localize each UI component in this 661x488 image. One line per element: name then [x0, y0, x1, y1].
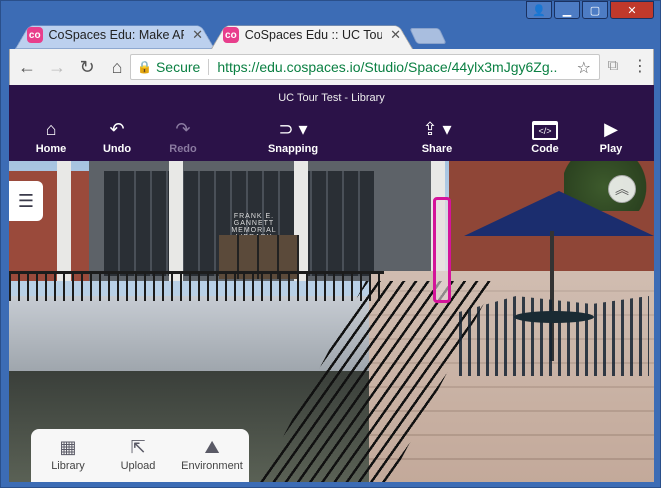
omnibox-divider [208, 59, 210, 75]
address-bar[interactable]: 🔒 Secure https://edu.cospaces.io/Studio/… [130, 54, 600, 80]
bookmark-star-icon[interactable]: ☆ [577, 58, 591, 78]
collapse-header-button[interactable]: ︽ [608, 175, 636, 203]
magnet-icon: ⊃ ▾ [278, 119, 308, 139]
new-tab-button[interactable] [409, 28, 447, 44]
upload-label: Upload [120, 460, 156, 472]
pillar [169, 161, 183, 281]
scene-viewport[interactable]: FRANK E. GANNETT MEMORIAL LIBRARY ☰ ︽ [9, 161, 654, 482]
library-button[interactable]: ▦ Library [33, 435, 103, 472]
lock-icon: 🔒 [137, 60, 152, 74]
play-button[interactable]: ▶ Play [581, 117, 641, 155]
tab-title: CoSpaces Edu :: UC Tour [244, 28, 383, 42]
home-icon: ⌂ [45, 119, 57, 139]
environment-button[interactable]: ⛰ Environment [177, 435, 247, 472]
patio-table [514, 311, 594, 323]
redo-button[interactable]: ↷ Redo [153, 117, 213, 155]
home-button[interactable]: ⌂ Home [21, 117, 81, 155]
upload-icon: ⇱ [130, 437, 146, 457]
share-label: Share [421, 143, 453, 155]
user-icon[interactable]: 👤 [526, 1, 552, 19]
redo-icon: ↷ [175, 119, 191, 139]
railing [9, 271, 384, 301]
undo-icon: ↶ [109, 119, 125, 139]
secure-label: Secure [155, 59, 201, 75]
library-label: Library [51, 460, 85, 472]
share-icon: ⇪ ▾ [422, 119, 452, 139]
forward-arrow-icon[interactable]: → [42, 52, 72, 82]
snapping-label: Snapping [267, 143, 319, 155]
list-icon: ☰ [17, 190, 35, 211]
library-icon: ▦ [59, 437, 77, 457]
environment-icon: ⛰ [204, 437, 220, 457]
cospaces-app: UC Tour Test - Library ⌂ Home ↶ Undo ↷ R… [9, 85, 654, 482]
redo-label: Redo [169, 143, 197, 155]
environment-label: Environment [181, 460, 243, 472]
title-bar: 👤 ▁ ▢ ✕ [1, 1, 660, 21]
patio-chairs [459, 296, 649, 376]
browser-toolbar: ← → ↻ ⌂ 🔒 Secure https://edu.cospaces.io… [9, 49, 654, 85]
play-icon: ▶ [604, 119, 618, 139]
browser-menu-icon[interactable]: ⋮ [630, 56, 650, 76]
double-chevron-up-icon: ︽ [615, 181, 629, 197]
reload-icon[interactable]: ↻ [72, 52, 102, 82]
undo-button[interactable]: ↶ Undo [87, 117, 147, 155]
code-icon: </> [515, 117, 575, 141]
tab-uc-tour[interactable]: co CoSpaces Edu :: UC Tour ✕ [211, 21, 413, 49]
tab-close-icon[interactable]: ✕ [390, 27, 401, 43]
close-window-button[interactable]: ✕ [610, 1, 654, 19]
scene-objects-list-button[interactable]: ☰ [9, 181, 43, 221]
code-label: Code [531, 143, 559, 155]
selected-scene-object[interactable] [433, 197, 451, 303]
space-title: UC Tour Test - Library [278, 92, 385, 104]
maximize-button[interactable]: ▢ [582, 1, 608, 19]
minimize-button[interactable]: ▁ [554, 1, 580, 19]
tab-strip: co CoSpaces Edu: Make AR & ✕ co CoSpaces… [9, 21, 654, 49]
undo-label: Undo [102, 143, 132, 155]
pillar [57, 161, 71, 281]
app-header: UC Tour Test - Library ⌂ Home ↶ Undo ↷ R… [9, 85, 654, 161]
cospaces-favicon-icon: co [223, 27, 239, 43]
back-arrow-icon[interactable]: ← [12, 52, 42, 82]
tab-make-ar[interactable]: co CoSpaces Edu: Make AR & ✕ [15, 21, 215, 49]
code-button[interactable]: </> Code [515, 117, 575, 155]
bottom-toolbar: ▦ Library ⇱ Upload ⛰ Environment [31, 429, 249, 482]
home-page-icon[interactable]: ⌂ [102, 52, 132, 82]
concrete-wall [9, 296, 369, 371]
upload-button[interactable]: ⇱ Upload [103, 435, 173, 472]
extension-icon[interactable]: ⧉ [603, 57, 623, 77]
tab-title: CoSpaces Edu: Make AR & [48, 28, 185, 42]
snapping-button[interactable]: ⊃ ▾ Snapping [263, 117, 323, 155]
share-button[interactable]: ⇪ ▾ Share [407, 117, 467, 155]
cospaces-favicon-icon: co [27, 27, 43, 43]
home-label: Home [35, 143, 67, 155]
play-label: Play [599, 143, 623, 155]
window-controls: 👤 ▁ ▢ ✕ [526, 1, 654, 19]
url-text[interactable]: https://edu.cospaces.io/Studio/Space/44y… [217, 59, 557, 75]
tab-close-icon[interactable]: ✕ [192, 27, 203, 43]
browser-window: 👤 ▁ ▢ ✕ co CoSpaces Edu: Make AR & ✕ co … [0, 0, 661, 488]
